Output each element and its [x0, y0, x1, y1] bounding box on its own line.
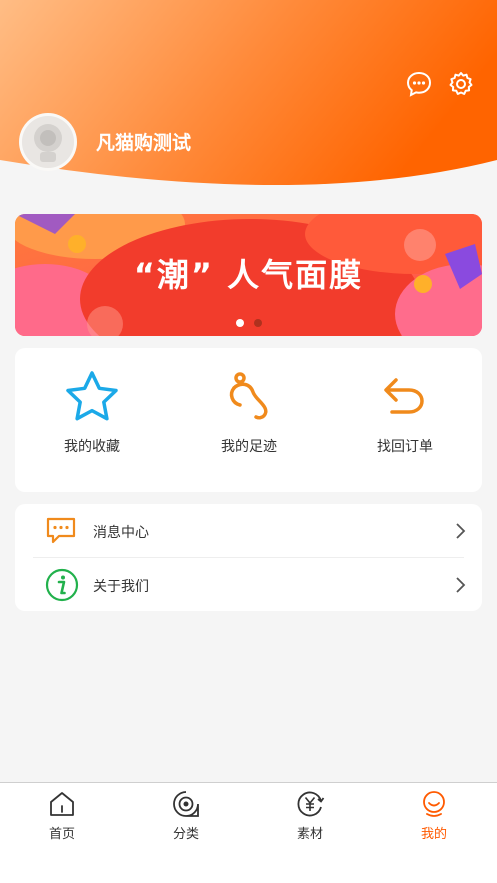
undo-arrow-icon — [384, 378, 424, 414]
recover-order-label: 找回订单 — [377, 439, 433, 455]
promo-banner[interactable]: “潮” 人气面膜 — [15, 214, 482, 336]
recover-order-button[interactable]: 找回订单 — [345, 368, 465, 456]
favorites-button[interactable]: 我的收藏 — [32, 368, 152, 456]
menu-label: 关于我们 — [93, 579, 149, 595]
tab-category[interactable]: 分类 — [146, 789, 226, 842]
header-background — [0, 0, 497, 185]
chat-bubble-icon[interactable] — [405, 70, 433, 98]
tab-profile[interactable]: 我的 — [394, 789, 474, 842]
footprint-icon — [229, 372, 268, 420]
default-avatar-icon — [22, 116, 74, 168]
star-icon — [66, 371, 118, 421]
category-icon — [173, 791, 199, 817]
carousel-dot[interactable] — [235, 319, 244, 327]
bottom-tab-bar: 首页 分类 素材 我的 — [0, 782, 497, 883]
chevron-right-icon — [456, 523, 466, 539]
menu-item-about-us[interactable]: 关于我们 — [15, 558, 482, 611]
profile-header: 凡猫购测试 — [0, 0, 497, 200]
avatar[interactable] — [19, 113, 77, 171]
message-icon — [46, 517, 76, 544]
carousel-dot[interactable] — [253, 319, 262, 327]
gear-icon[interactable] — [447, 70, 475, 98]
carousel-dots — [15, 319, 482, 327]
menu-card: 消息中心 关于我们 — [15, 504, 482, 611]
menu-item-message-center[interactable]: 消息中心 — [15, 504, 482, 557]
tab-material[interactable]: 素材 — [270, 789, 350, 842]
tab-label: 首页 — [48, 827, 75, 842]
tab-label: 素材 — [296, 827, 323, 842]
tab-label: 我的 — [420, 827, 447, 842]
quick-actions-card: 我的收藏 我的足迹 找回订单 — [15, 348, 482, 492]
favorites-label: 我的收藏 — [64, 439, 120, 455]
home-icon — [50, 792, 74, 816]
banner-title: “潮” 人气面膜 — [133, 256, 364, 294]
profile-icon — [423, 791, 445, 817]
menu-label: 消息中心 — [93, 525, 149, 541]
chevron-right-icon — [456, 577, 466, 593]
footprint-button[interactable]: 我的足迹 — [189, 368, 309, 456]
tab-home[interactable]: 首页 — [22, 789, 102, 842]
footprint-label: 我的足迹 — [221, 439, 277, 455]
material-icon — [297, 791, 325, 817]
info-icon — [45, 568, 79, 602]
tab-label: 分类 — [172, 827, 199, 842]
username: 凡猫购测试 — [96, 132, 192, 154]
